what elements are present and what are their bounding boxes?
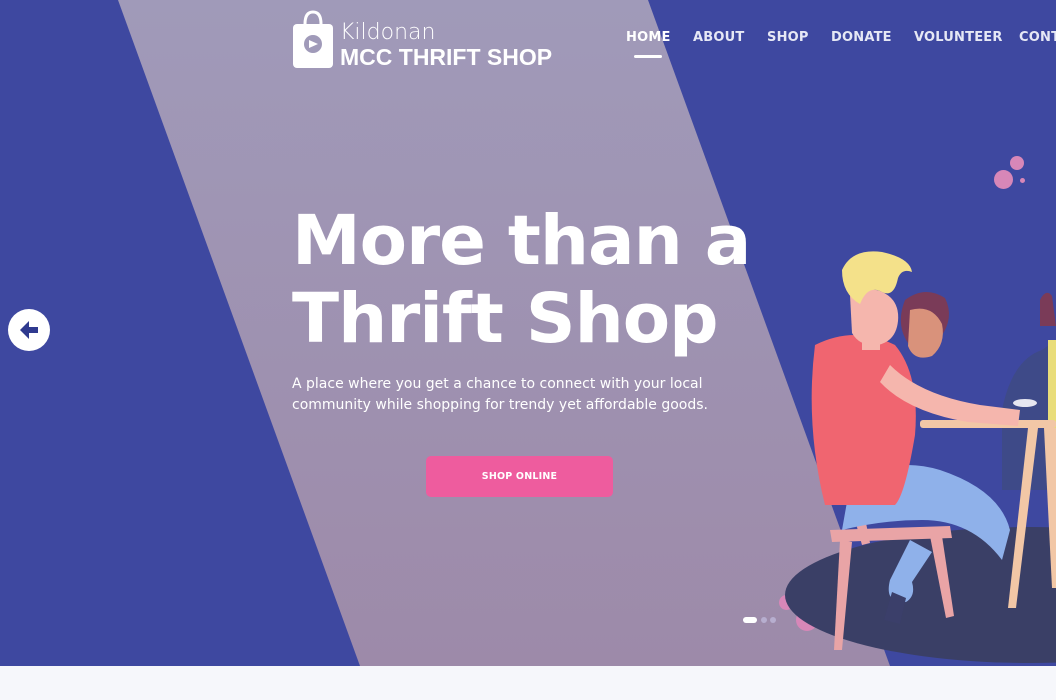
hero-section: Kildonan MCC THRIFT SHOP HOME ABOUT SHOP…	[0, 0, 1056, 666]
arrow-left-icon	[20, 321, 38, 339]
nav-item-about[interactable]: ABOUT	[693, 30, 744, 45]
hero-subtitle: A place where you get a chance to connec…	[292, 374, 712, 416]
slider-dot[interactable]	[770, 617, 776, 623]
people-at-table-illustration	[785, 251, 1056, 663]
nav-item-shop[interactable]: SHOP	[767, 30, 809, 45]
nav-item-contact[interactable]: CONT	[1019, 30, 1056, 45]
hero-headline: More than a Thrift Shop	[292, 201, 751, 359]
next-section-top	[0, 666, 1056, 700]
slider-prev-button[interactable]	[8, 309, 50, 351]
nav-item-donate[interactable]: DONATE	[831, 30, 892, 45]
hero-headline-line1: More than a	[292, 201, 751, 281]
nav-item-volunteer[interactable]: VOLUNTEER	[914, 30, 1003, 45]
slider-dot[interactable]	[761, 617, 767, 623]
hero-subtitle-line2: community while shopping for trendy yet …	[292, 397, 709, 413]
hero-headline-line2: Thrift Shop	[292, 279, 719, 359]
active-nav-indicator	[634, 55, 662, 58]
decorative-bubble	[994, 170, 1013, 189]
brand-name-top: Kildonan	[340, 20, 436, 45]
hero-subtitle-line1: A place where you get a chance to connec…	[292, 376, 703, 392]
shopping-bag-icon	[293, 10, 333, 68]
shop-online-button[interactable]: SHOP ONLINE	[426, 456, 613, 497]
decorative-bubble	[1010, 156, 1024, 170]
decorative-bubble	[1020, 178, 1025, 183]
brand-name-bottom: MCC THRIFT SHOP	[340, 44, 553, 70]
nav-item-home[interactable]: HOME	[626, 30, 671, 45]
slider-dot-active[interactable]	[743, 617, 757, 623]
main-navigation: HOME ABOUT SHOP DONATE VOLUNTEER CONT	[626, 30, 1056, 54]
